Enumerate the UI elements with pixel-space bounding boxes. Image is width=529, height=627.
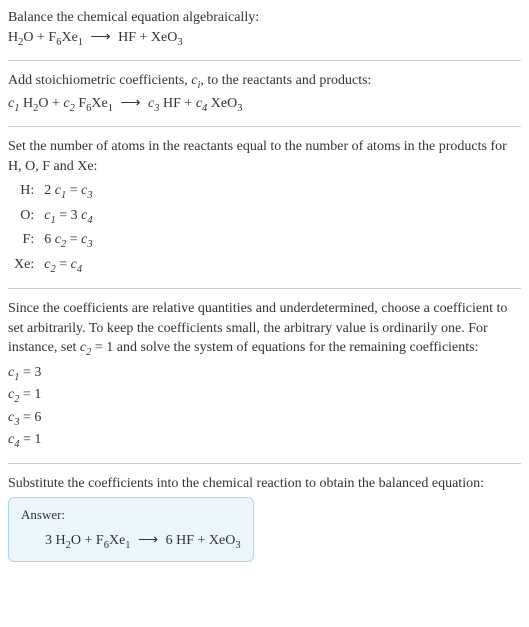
plus-sign: +	[136, 30, 151, 45]
coefficients-intro: Add stoichiometric coefficients, ci, to …	[8, 71, 521, 93]
table-row: O: c1 = 3 c4	[8, 205, 99, 229]
species-hf: HF	[163, 96, 181, 111]
species-hf: HF	[118, 30, 136, 45]
section-problem: Balance the chemical equation algebraica…	[8, 8, 521, 50]
solution-c1: c1 = 3	[8, 363, 521, 385]
species-f6xe1: F6Xe1	[96, 533, 131, 548]
atom-balance-table: H: 2 c1 = c3 O: c1 = 3 c4 F: 6 c2 = c3 X…	[8, 180, 99, 278]
balanced-equation: 3 H2O + F6Xe1 ⟶ 6 HF + XeO3	[21, 531, 241, 553]
reaction-arrow: ⟶	[134, 533, 162, 548]
divider	[8, 126, 521, 127]
section-atom-balance: Set the number of atoms in the reactants…	[8, 137, 521, 278]
table-row: Xe: c2 = c4	[8, 254, 99, 278]
element-label-xe: Xe:	[8, 254, 38, 278]
solution-c4: c4 = 1	[8, 430, 521, 452]
coeff-c2: c2	[63, 96, 74, 111]
table-row: F: 6 c2 = c3	[8, 229, 99, 253]
species-f6xe1: F6Xe1	[78, 96, 113, 111]
species-hf: HF	[176, 533, 194, 548]
divider	[8, 288, 521, 289]
equation-h: 2 c1 = c3	[38, 180, 98, 204]
solution-c2: c2 = 1	[8, 385, 521, 407]
answer-label: Answer:	[21, 506, 241, 524]
equation-xe: c2 = c4	[38, 254, 98, 278]
species-h2o: H2O	[56, 533, 82, 548]
section-answer: Substitute the coefficients into the che…	[8, 474, 521, 562]
section-coefficients: Add stoichiometric coefficients, ci, to …	[8, 71, 521, 116]
species-h2o: H2O	[23, 96, 49, 111]
variable-c2: c2	[80, 340, 91, 355]
reaction-arrow: ⟶	[87, 30, 115, 45]
species-h2o: H2O	[8, 30, 34, 45]
element-label-f: F:	[8, 229, 38, 253]
answer-box: Answer: 3 H2O + F6Xe1 ⟶ 6 HF + XeO3	[8, 497, 254, 562]
unbalanced-equation: H2O + F6Xe1 ⟶ HF + XeO3	[8, 28, 521, 50]
solution-list: c1 = 3 c2 = 1 c3 = 6 c4 = 1	[8, 363, 521, 453]
species-xeo3: XeO3	[151, 30, 183, 45]
reaction-arrow: ⟶	[116, 96, 144, 111]
divider	[8, 463, 521, 464]
coeff-c3: c3	[148, 96, 159, 111]
species-xeo3: XeO3	[209, 533, 241, 548]
species-xeo3: XeO3	[211, 96, 243, 111]
solve-paragraph: Since the coefficients are relative quan…	[8, 299, 521, 361]
section-solve: Since the coefficients are relative quan…	[8, 299, 521, 453]
coeff-c4: c4	[196, 96, 207, 111]
equation-o: c1 = 3 c4	[38, 205, 98, 229]
divider	[8, 60, 521, 61]
problem-statement: Balance the chemical equation algebraica…	[8, 8, 521, 28]
answer-intro: Substitute the coefficients into the che…	[8, 474, 521, 494]
plus-sign: +	[34, 30, 49, 45]
solution-c3: c3 = 6	[8, 408, 521, 430]
equation-with-coefficients: c1 H2O + c2 F6Xe1 ⟶ c3 HF + c4 XeO3	[8, 94, 521, 116]
element-label-o: O:	[8, 205, 38, 229]
equation-f: 6 c2 = c3	[38, 229, 98, 253]
species-f6xe1: F6Xe1	[48, 30, 83, 45]
element-label-h: H:	[8, 180, 38, 204]
table-row: H: 2 c1 = c3	[8, 180, 99, 204]
coeff-c1: c1	[8, 96, 19, 111]
atom-balance-intro: Set the number of atoms in the reactants…	[8, 137, 521, 176]
